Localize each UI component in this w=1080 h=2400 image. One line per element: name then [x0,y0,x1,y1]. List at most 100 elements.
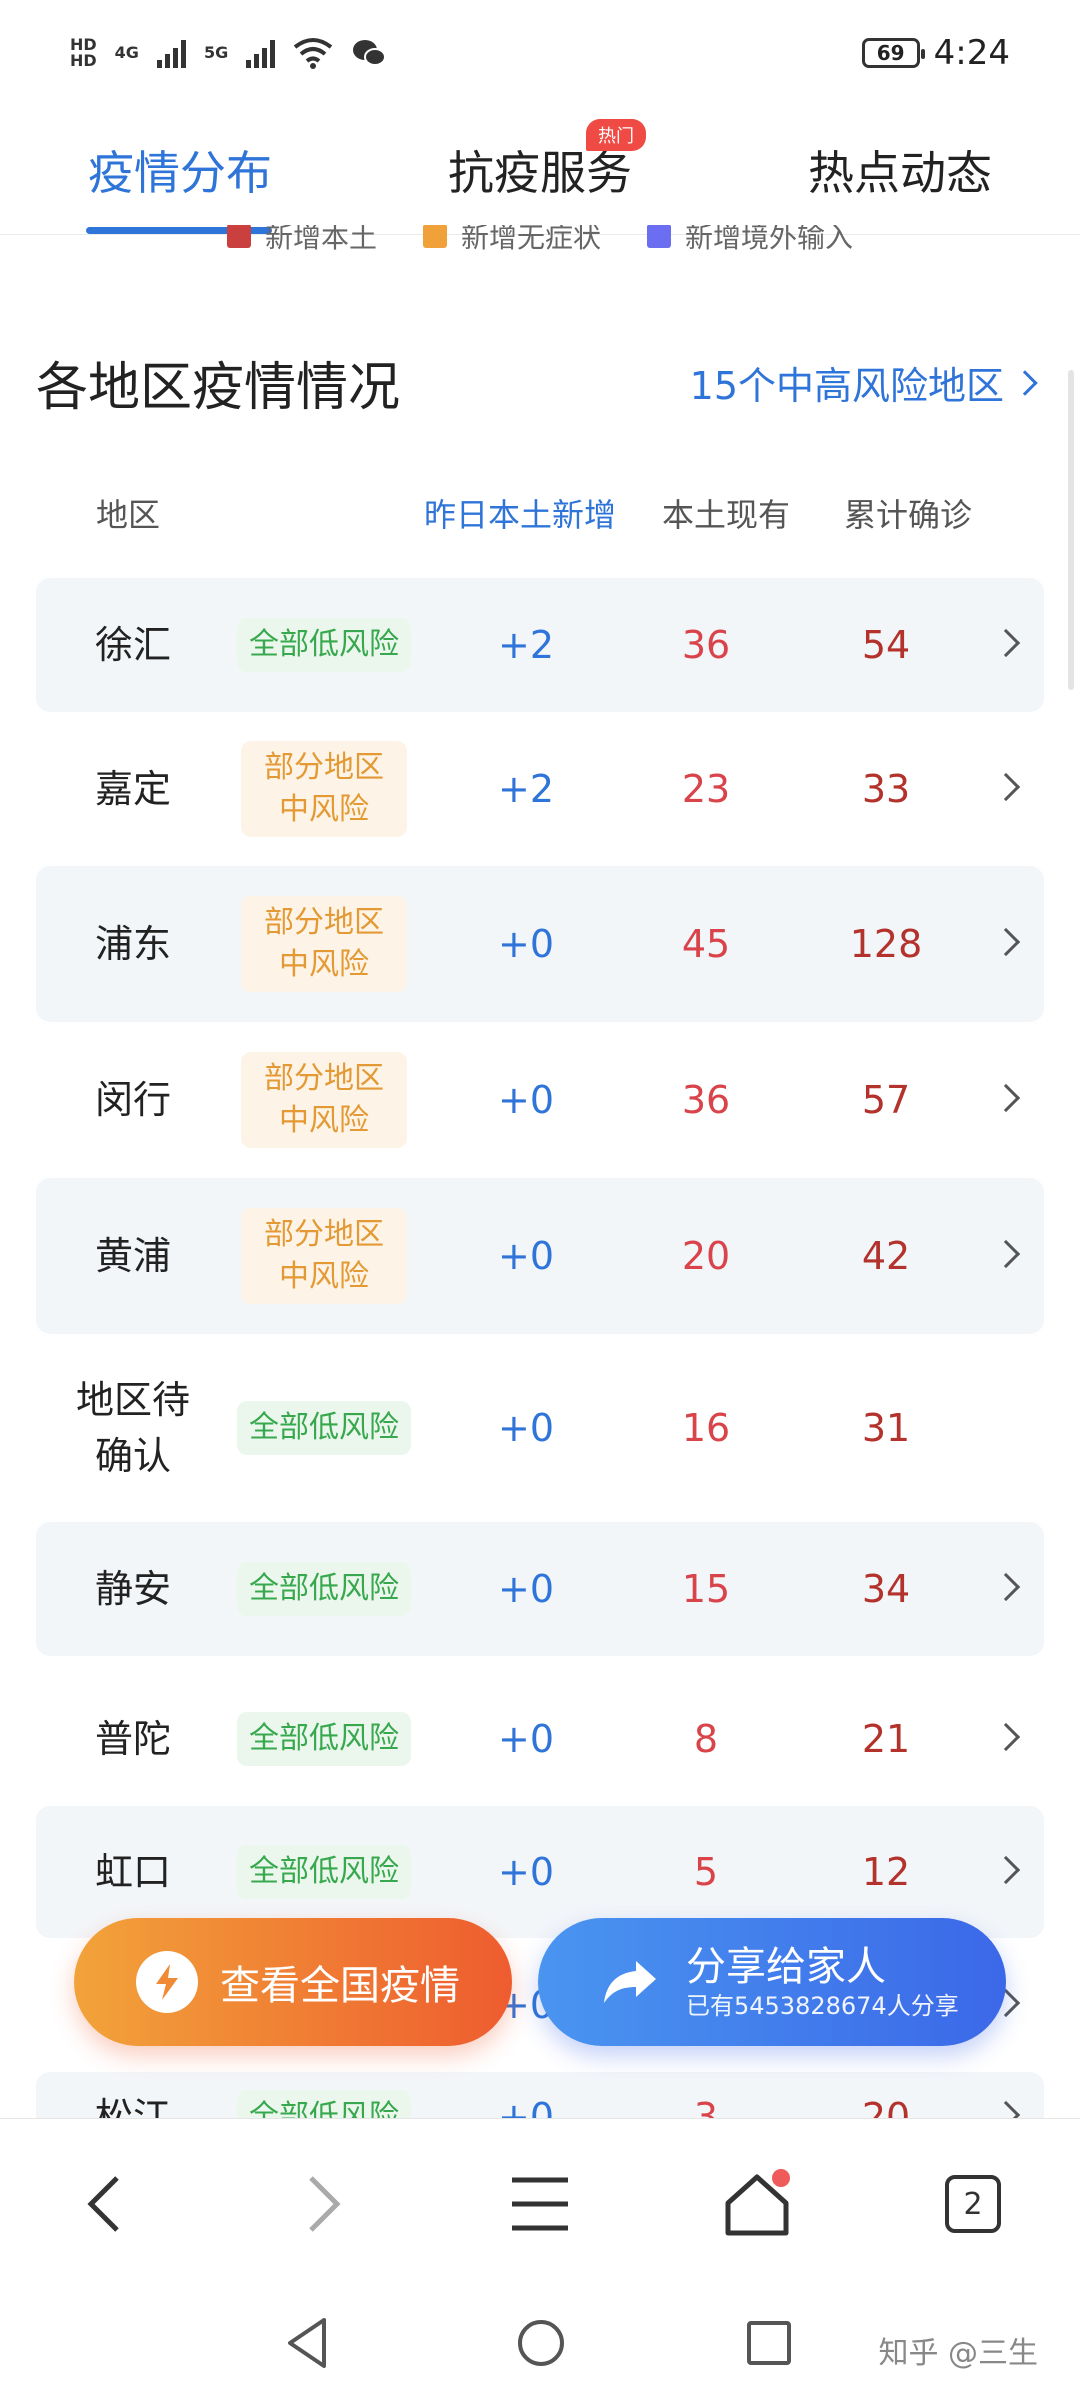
district-name: 静安 [94,1567,171,1611]
row-chevron[interactable] [991,772,1026,802]
district-name: 嘉定 [94,767,171,811]
chevron-right-icon [991,927,1021,957]
watermark: 知乎 @三生 [878,2336,1038,2371]
chevron-right-icon [991,1722,1021,1752]
chevron-right-icon [309,2176,341,2232]
district-name: 地区待 确认 [75,1378,190,1478]
scrollbar[interactable] [1068,370,1074,690]
browser-toolbar: 2 [0,2118,1080,2288]
row-chevron[interactable] [991,628,1026,658]
header-total[interactable]: 累计确诊 [844,490,972,536]
header-now[interactable]: 本土现有 [662,490,790,536]
legend-swatch [226,225,251,248]
table-row[interactable]: 徐汇 全部低风险 +2 36 54 [36,578,1044,712]
risk-badge: 全部低风险 [237,618,411,672]
share-family-button[interactable]: 分享给家人 已有5453828674人分享 [538,1918,1006,2046]
table-row[interactable]: 静安 全部低风险 +0 15 34 [36,1522,1044,1656]
tabs-button[interactable]: 2 [928,2159,1018,2249]
district-name: 徐汇 [94,623,171,667]
total-confirmed-count: 57 [861,1078,911,1122]
legend-item: 新增本土 [226,225,377,261]
status-right: 69 4:24 [861,32,1010,73]
row-chevron[interactable] [991,1855,1026,1885]
back-triangle-icon[interactable] [284,2316,330,2370]
chevron-right-icon [991,1855,1021,1885]
total-confirmed-count: 21 [861,1717,911,1761]
legend-item: 新增无症状 [422,225,601,261]
tab-anti-epidemic-service[interactable]: 抗疫服务 热门 [360,105,720,234]
share-title: 分享给家人 [686,1944,886,1990]
current-local-count: 23 [681,767,731,811]
total-confirmed-count: 128 [849,922,923,966]
menu-button[interactable] [495,2159,585,2249]
total-confirmed-count: 33 [861,767,911,811]
tab-hot-news[interactable]: 热点动态 [720,105,1080,234]
chevron-right-icon [991,1572,1021,1602]
current-local-count: 15 [681,1567,731,1611]
new-local-count: +0 [497,1567,555,1611]
total-confirmed-count: 12 [861,1850,911,1894]
row-chevron[interactable] [991,927,1026,957]
current-local-count: 16 [681,1406,731,1450]
home-button[interactable] [712,2159,802,2249]
risk-badge-wrap: 部分地区 中风险 [233,1052,415,1148]
current-local-count: 20 [681,1234,731,1278]
table-row[interactable]: 闵行 部分地区 中风险 +0 36 57 [36,1022,1044,1178]
table-row[interactable]: 嘉定 部分地区 中风险 +2 23 33 [36,712,1044,866]
5g-label: 5G [203,42,229,62]
forward-button[interactable] [278,2159,368,2249]
chevron-right-icon [991,628,1021,658]
share-count: 已有5453828674人分享 [686,1992,959,2020]
legend-item: 新增境外输入 [647,225,853,261]
battery-icon: 69 [861,37,925,68]
signal-icon [246,38,276,68]
table-row[interactable]: 浦东 部分地区 中风险 +0 45 128 [36,866,1044,1022]
view-national-button[interactable]: 查看全国疫情 [74,1918,512,2046]
signal-icon [156,38,186,68]
tab-count-icon: 2 [945,2175,1001,2233]
status-bar: HD HD 4G 5G 69 4:24 [0,0,1080,105]
home-circle-icon[interactable] [516,2318,566,2368]
district-name: 普陀 [94,1717,171,1761]
risk-badge-wrap: 全部低风险 [233,1712,415,1766]
row-chevron[interactable] [991,1722,1026,1752]
new-local-count: +2 [497,767,555,811]
hot-badge: 热门 [586,119,646,151]
chevron-left-icon [87,2176,119,2232]
back-button[interactable] [60,2159,150,2249]
lightning-icon [136,1951,198,2013]
district-name: 闵行 [94,1078,171,1122]
new-local-count: +0 [497,1850,555,1894]
row-chevron[interactable] [991,1572,1026,1602]
wifi-icon [293,37,333,69]
recents-square-icon[interactable] [746,2320,792,2366]
row-chevron[interactable] [991,1083,1026,1113]
risk-badge-wrap: 部分地区 中风险 [233,896,415,992]
tab-epidemic-distribution[interactable]: 疫情分布 [0,105,360,234]
risk-badge-wrap: 全部低风险 [233,1401,415,1455]
status-left: HD HD 4G 5G [70,36,387,69]
total-confirmed-count: 42 [861,1234,911,1278]
chevron-right-icon [991,772,1021,802]
risk-badge: 部分地区 中风险 [241,1208,407,1304]
new-local-count: +0 [497,1406,555,1450]
row-chevron[interactable] [991,1239,1026,1269]
risk-badge: 部分地区 中风险 [241,1052,407,1148]
table-row[interactable]: 地区待 确认 全部低风险 +0 16 31 [36,1334,1044,1522]
district-name: 浦东 [94,922,171,966]
table-row[interactable]: 黄浦 部分地区 中风险 +0 20 42 [36,1178,1044,1334]
total-confirmed-count: 34 [861,1567,911,1611]
header-new[interactable]: 昨日本土新增 [424,490,616,536]
risk-areas-link[interactable]: 15个中高风险地区 [690,355,1038,410]
new-local-count: +0 [497,1234,555,1278]
current-local-count: 5 [693,1850,719,1894]
chevron-right-icon [991,1083,1021,1113]
risk-badge-wrap: 部分地区 中风险 [233,1208,415,1304]
table-row[interactable]: 普陀 全部低风险 +0 8 21 [36,1672,1044,1806]
legend-swatch [647,225,671,248]
risk-badge-wrap: 全部低风险 [233,1845,415,1899]
current-local-count: 8 [693,1717,719,1761]
clock: 4:24 [933,32,1010,73]
table-header: 地区 昨日本土新增 本土现有 累计确诊 [36,480,1044,540]
risk-badge: 全部低风险 [237,1712,411,1766]
